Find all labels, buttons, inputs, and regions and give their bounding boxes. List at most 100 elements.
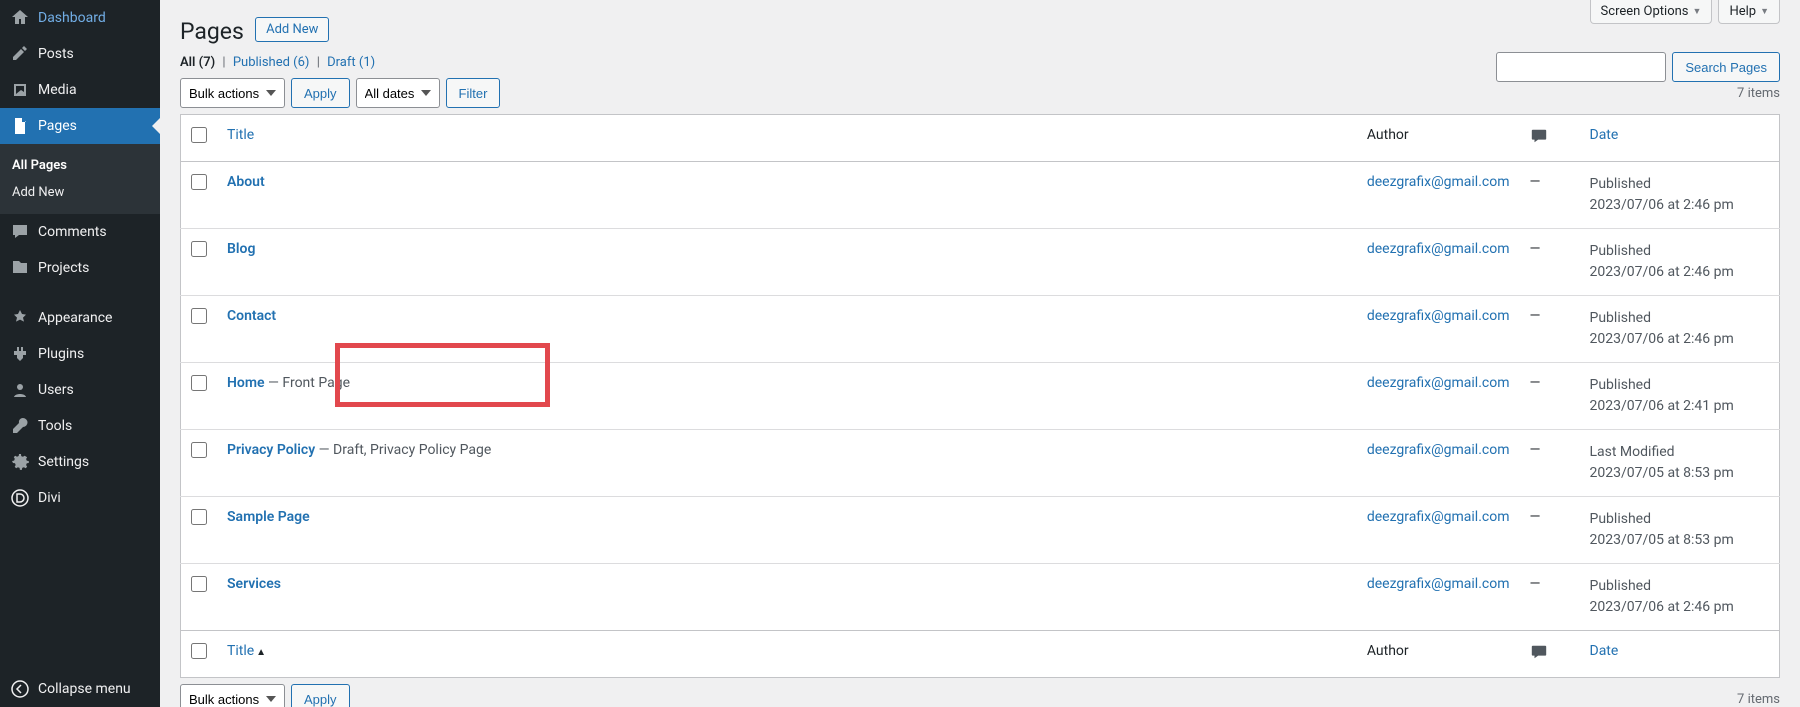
dashboard-icon bbox=[10, 8, 30, 28]
chevron-down-icon: ▼ bbox=[1693, 6, 1702, 17]
comments-cell: — bbox=[1520, 296, 1580, 363]
sidebar-item-label: Users bbox=[38, 382, 74, 398]
sidebar-item-label: Projects bbox=[38, 260, 89, 276]
comments-cell: — bbox=[1520, 497, 1580, 564]
sidebar-item-pages[interactable]: Pages bbox=[0, 108, 160, 144]
tools-icon bbox=[10, 416, 30, 436]
filter-button[interactable]: Filter bbox=[446, 78, 501, 108]
table-row: Blogdeezgrafix@gmail.com—Published2023/0… bbox=[181, 229, 1780, 296]
col-comments-bottom[interactable] bbox=[1520, 631, 1580, 678]
page-title-link[interactable]: About bbox=[227, 174, 265, 190]
page-title-link[interactable]: Blog bbox=[227, 241, 255, 257]
table-row: Home — Front Pagedeezgrafix@gmail.com—Pu… bbox=[181, 363, 1780, 430]
posts-icon bbox=[10, 44, 30, 64]
media-icon bbox=[10, 80, 30, 100]
filter-published[interactable]: Published (6) bbox=[233, 55, 310, 70]
select-all-top[interactable] bbox=[191, 127, 207, 143]
row-checkbox[interactable] bbox=[191, 174, 207, 190]
date-cell: Published2023/07/06 at 2:46 pm bbox=[1580, 564, 1780, 631]
select-all-bottom[interactable] bbox=[191, 643, 207, 659]
search-input[interactable] bbox=[1496, 52, 1666, 82]
author-link[interactable]: deezgrafix@gmail.com bbox=[1367, 509, 1510, 525]
author-link[interactable]: deezgrafix@gmail.com bbox=[1367, 308, 1510, 324]
row-checkbox[interactable] bbox=[191, 509, 207, 525]
sort-title-bottom[interactable]: Title▲ bbox=[227, 643, 266, 659]
sort-title[interactable]: Title bbox=[227, 127, 254, 143]
comments-cell: — bbox=[1520, 162, 1580, 229]
col-comments[interactable] bbox=[1520, 115, 1580, 162]
sidebar-item-users[interactable]: Users bbox=[0, 372, 160, 408]
sidebar-item-plugins[interactable]: Plugins bbox=[0, 336, 160, 372]
date-filter-select[interactable]: All dates bbox=[356, 78, 440, 108]
main-content: Screen Options ▼ Help ▼ Pages Add New Se… bbox=[160, 0, 1800, 707]
col-author: Author bbox=[1357, 115, 1520, 162]
filter-draft[interactable]: Draft (1) bbox=[327, 55, 375, 70]
date-cell: Last Modified2023/07/05 at 8:53 pm bbox=[1580, 430, 1780, 497]
filter-all[interactable]: All (7) bbox=[180, 55, 215, 70]
date-cell: Published2023/07/05 at 8:53 pm bbox=[1580, 497, 1780, 564]
comments-icon bbox=[10, 222, 30, 242]
help-label: Help bbox=[1729, 4, 1756, 19]
col-author-bottom: Author bbox=[1357, 631, 1520, 678]
screen-options-tab[interactable]: Screen Options ▼ bbox=[1590, 0, 1713, 24]
page-title-link[interactable]: Sample Page bbox=[227, 509, 310, 525]
table-row: Privacy Policy — Draft, Privacy Policy P… bbox=[181, 430, 1780, 497]
admin-sidebar: Dashboard Posts Media Pages All PagesAdd New… bbox=[0, 0, 160, 707]
sidebar-item-tools[interactable]: Tools bbox=[0, 408, 160, 444]
sidebar-item-posts[interactable]: Posts bbox=[0, 36, 160, 72]
page-title-link[interactable]: Home bbox=[227, 375, 265, 391]
sidebar-item-dashboard[interactable]: Dashboard bbox=[0, 0, 160, 36]
page-title-link[interactable]: Privacy Policy bbox=[227, 442, 315, 458]
settings-icon bbox=[10, 452, 30, 472]
author-link[interactable]: deezgrafix@gmail.com bbox=[1367, 442, 1510, 458]
sidebar-item-label: Settings bbox=[38, 454, 89, 470]
submenu-add-new[interactable]: Add New bbox=[0, 179, 160, 206]
chevron-down-icon: ▼ bbox=[1760, 6, 1769, 17]
row-checkbox[interactable] bbox=[191, 576, 207, 592]
row-checkbox[interactable] bbox=[191, 241, 207, 257]
sidebar-item-settings[interactable]: Settings bbox=[0, 444, 160, 480]
users-icon bbox=[10, 380, 30, 400]
collapse-menu[interactable]: Collapse menu bbox=[0, 671, 160, 707]
row-checkbox[interactable] bbox=[191, 375, 207, 391]
comments-cell: — bbox=[1520, 430, 1580, 497]
row-checkbox[interactable] bbox=[191, 442, 207, 458]
add-new-button[interactable]: Add New bbox=[255, 17, 329, 42]
items-count-bottom: 7 items bbox=[1737, 692, 1780, 707]
help-tab[interactable]: Help ▼ bbox=[1718, 0, 1780, 24]
date-cell: Published2023/07/06 at 2:46 pm bbox=[1580, 162, 1780, 229]
author-link[interactable]: deezgrafix@gmail.com bbox=[1367, 576, 1510, 592]
date-cell: Published2023/07/06 at 2:46 pm bbox=[1580, 229, 1780, 296]
bulk-actions-select[interactable]: Bulk actions bbox=[180, 78, 285, 108]
sidebar-item-comments[interactable]: Comments bbox=[0, 214, 160, 250]
author-link[interactable]: deezgrafix@gmail.com bbox=[1367, 241, 1510, 257]
bulk-actions-select-bottom[interactable]: Bulk actions bbox=[180, 684, 285, 707]
page-title-suffix: — Front Page bbox=[265, 375, 350, 391]
apply-button-bottom[interactable]: Apply bbox=[291, 684, 350, 707]
date-cell: Published2023/07/06 at 2:41 pm bbox=[1580, 363, 1780, 430]
appearance-icon bbox=[10, 308, 30, 328]
sidebar-item-label: Media bbox=[38, 82, 77, 98]
items-count-top: 7 items bbox=[1737, 86, 1780, 101]
sidebar-item-label: Plugins bbox=[38, 346, 84, 362]
row-checkbox[interactable] bbox=[191, 308, 207, 324]
author-link[interactable]: deezgrafix@gmail.com bbox=[1367, 174, 1510, 190]
sort-date[interactable]: Date bbox=[1590, 127, 1619, 143]
apply-button-top[interactable]: Apply bbox=[291, 78, 350, 108]
sidebar-item-media[interactable]: Media bbox=[0, 72, 160, 108]
sidebar-item-label: Posts bbox=[38, 46, 74, 62]
submenu-all-pages[interactable]: All Pages bbox=[0, 152, 160, 179]
sidebar-item-appearance[interactable]: Appearance bbox=[0, 300, 160, 336]
author-link[interactable]: deezgrafix@gmail.com bbox=[1367, 375, 1510, 391]
sidebar-item-label: Dashboard bbox=[38, 10, 106, 26]
sidebar-item-label: Divi bbox=[38, 490, 61, 506]
sort-asc-icon: ▲ bbox=[256, 647, 266, 658]
page-title: Pages bbox=[180, 18, 244, 45]
sidebar-item-projects[interactable]: Projects bbox=[0, 250, 160, 286]
sidebar-item-divi[interactable]: Divi bbox=[0, 480, 160, 516]
sort-date-bottom[interactable]: Date bbox=[1590, 643, 1619, 659]
page-title-link[interactable]: Contact bbox=[227, 308, 276, 324]
sidebar-item-label: Pages bbox=[38, 118, 77, 134]
search-pages-button[interactable]: Search Pages bbox=[1672, 52, 1780, 82]
page-title-link[interactable]: Services bbox=[227, 576, 281, 592]
